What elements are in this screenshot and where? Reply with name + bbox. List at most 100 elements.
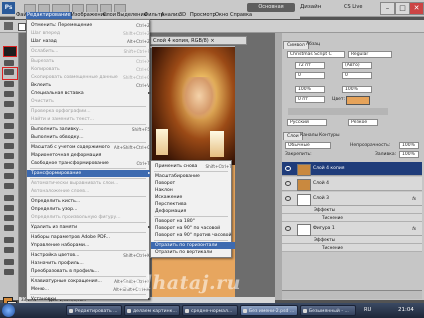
workspace-button[interactable]: Основная рабочая среда [247, 3, 295, 19]
taskbar-item[interactable]: Без имени-2.psd ... [240, 305, 298, 316]
font-style-select[interactable]: Regular [348, 51, 392, 58]
3d-rotate-tool-icon[interactable] [4, 237, 14, 243]
transform-menu-item[interactable]: Перспектива [151, 201, 235, 208]
taskbar-item[interactable]: Безымянный - ... [300, 305, 356, 316]
transform-menu-item[interactable]: Применить снова Shift+Ctrl+T [151, 163, 235, 170]
transform-menu-item[interactable]: Отразить по горизонтали [151, 242, 235, 249]
layer-row[interactable]: Фигура 1 fx [282, 222, 422, 236]
cs-live-button[interactable]: CS Live [344, 4, 362, 10]
tab-paragraph[interactable]: Абзац [303, 41, 323, 48]
vertical-scale-field[interactable]: 100% [295, 86, 325, 93]
layer-effects-row[interactable]: Эффекты [282, 206, 422, 214]
edit-menu-item[interactable]: Определить узор... [27, 206, 153, 213]
edit-menu-item[interactable]: Вклеить Ctrl+V [27, 82, 153, 89]
language-indicator[interactable]: RU [364, 307, 371, 313]
edit-menu-item[interactable]: Удалить из памяти [27, 224, 153, 231]
3d-orbit-tool-icon[interactable] [4, 247, 14, 253]
font-size-field[interactable]: 72 пт [295, 62, 325, 69]
edit-menu-item[interactable]: Выполнить обводку... [27, 134, 153, 141]
type-style-buttons[interactable] [288, 108, 388, 115]
edit-menu-item[interactable]: Шаг назад Alt+Ctrl+Z [27, 38, 153, 45]
workspace-label[interactable]: Дизайн [300, 4, 321, 10]
type-tool-icon[interactable] [4, 205, 14, 211]
marquee-tool-icon[interactable] [4, 60, 14, 66]
edit-menu-item[interactable]: Назначить профиль... [27, 260, 153, 267]
menu-window[interactable]: Окно [214, 12, 229, 19]
font-family-select[interactable]: Christmas Script C [287, 51, 345, 58]
move-tool-preset-icon[interactable] [4, 22, 13, 30]
taskbar-item[interactable]: делаем картинк... [124, 305, 180, 316]
eyedropper-tool-icon[interactable] [4, 101, 14, 107]
shape-tool-icon[interactable] [4, 225, 14, 231]
eye-icon[interactable] [285, 166, 291, 171]
history-brush-tool-icon[interactable] [4, 143, 14, 149]
transform-menu-item[interactable]: Поворот на 180° [151, 218, 235, 225]
clock[interactable]: 21:04 [398, 307, 414, 313]
edit-menu-item[interactable]: Трансформирование [27, 170, 153, 177]
menu-3d[interactable]: 3D [178, 12, 187, 19]
clone-stamp-tool-icon[interactable] [4, 133, 14, 139]
menu-view[interactable]: Просмотр [189, 12, 217, 19]
transform-menu-item[interactable]: Наклон [151, 187, 235, 194]
layer-effect-item[interactable]: Тиснение [282, 214, 422, 222]
antialias-select[interactable]: Резкое [348, 119, 378, 126]
edit-menu-item[interactable]: Установки [27, 296, 153, 303]
transform-menu-item[interactable]: Деформация [151, 208, 235, 215]
language-select[interactable]: Русский [287, 119, 327, 126]
path-selection-tool-icon[interactable] [4, 215, 14, 221]
opacity-field[interactable]: 100% [399, 142, 419, 149]
kerning-field[interactable]: 0 [295, 72, 325, 79]
healing-brush-tool-icon[interactable] [4, 113, 14, 119]
transform-menu-item[interactable]: Искажение [151, 194, 235, 201]
layer-effects-row[interactable]: Эффекты [282, 236, 422, 244]
tab-paths[interactable]: Контуры [316, 132, 343, 139]
eye-icon[interactable] [285, 181, 291, 186]
transform-menu-item[interactable]: Масштабирование [151, 173, 235, 180]
close-button[interactable]: ✕ [409, 2, 424, 15]
start-button[interactable] [2, 304, 15, 317]
tracking-field[interactable]: 0 [342, 72, 372, 79]
document-tab[interactable]: Слой 4 копия, RGB/8) × [150, 36, 247, 45]
taskbar-item[interactable]: Редактировать ... [66, 305, 122, 316]
menu-edit[interactable]: Редактирование [26, 12, 72, 19]
quick-select-tool-icon[interactable] [4, 81, 14, 87]
edit-menu-item[interactable]: Специальная вставка [27, 90, 153, 97]
leading-field[interactable]: (Авто) [342, 62, 372, 69]
edit-menu-item[interactable]: Определить кисть... [27, 198, 153, 205]
eye-icon[interactable] [285, 226, 291, 231]
layer-row[interactable]: Слой 4 копия [282, 162, 422, 176]
edit-menu-item[interactable]: Марионеточная деформация [27, 152, 153, 159]
baseline-shift-field[interactable]: 0 пт [295, 96, 325, 103]
eye-icon[interactable] [285, 196, 291, 201]
layer-row[interactable]: Слой 4 [282, 177, 422, 191]
brush-tool-icon[interactable] [4, 123, 14, 129]
move-tool-icon[interactable] [3, 46, 17, 57]
taskbar-item[interactable]: средне-нормал... [182, 305, 238, 316]
crop-tool-icon[interactable] [4, 91, 14, 97]
dodge-tool-icon[interactable] [4, 183, 14, 189]
hand-tool-icon-toolbar[interactable] [4, 259, 14, 265]
menu-layers[interactable]: Слои [102, 12, 117, 19]
horizontal-scale-field[interactable]: 100% [342, 86, 372, 93]
blend-mode-select[interactable]: Обычные [285, 142, 331, 149]
minimize-button[interactable]: – [380, 2, 395, 15]
fx-icon[interactable]: fx [412, 196, 416, 201]
eraser-tool-icon[interactable] [4, 153, 14, 159]
layer-row[interactable]: Слой 3 fx [282, 192, 422, 206]
auto-select-checkbox[interactable] [18, 23, 26, 31]
edit-menu-item[interactable]: Отменить: Перемещение Ctrl+Z [27, 22, 153, 29]
edit-menu-item[interactable]: Наборы параметров Adobe PDF... [27, 234, 153, 241]
fx-icon[interactable]: fx [412, 226, 416, 231]
edit-menu-item[interactable]: Выполнить заливку... Shift+F5 [27, 126, 153, 133]
edit-menu-item[interactable]: Управление наборами... [27, 242, 153, 249]
transform-menu-item[interactable]: Поворот на 90° против часовой [151, 232, 235, 239]
zoom-tool-icon-toolbar[interactable] [4, 269, 14, 275]
transform-menu-item[interactable]: Отразить по вертикали [151, 249, 235, 256]
layer-effect-item[interactable]: Тиснение [282, 244, 422, 252]
maximize-button[interactable]: □ [395, 2, 410, 15]
transform-menu-item[interactable]: Поворот на 90° по часовой [151, 225, 235, 232]
transform-menu-item[interactable]: Поворот [151, 180, 235, 187]
edit-menu-item[interactable]: Свободное трансформирование Ctrl+T [27, 160, 153, 167]
text-color-swatch[interactable] [346, 96, 370, 105]
fill-field[interactable]: 100% [399, 151, 419, 158]
